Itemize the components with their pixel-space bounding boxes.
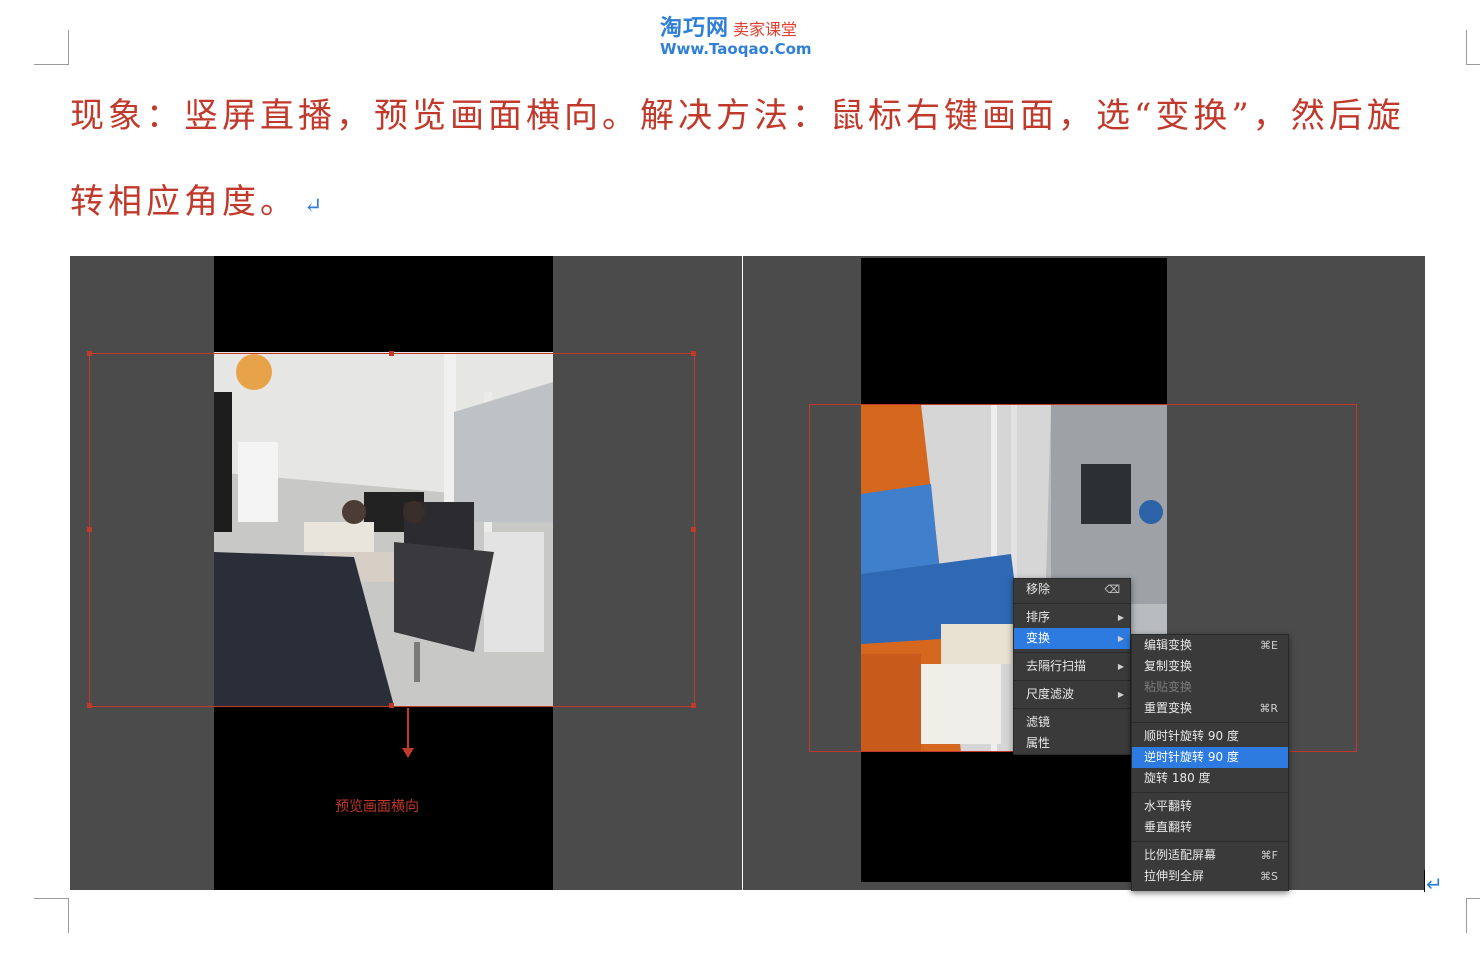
submenu-item-flip-horizontal[interactable]: 水平翻转: [1132, 796, 1288, 817]
submenu-item-stretch-to-screen[interactable]: 拉伸到全屏 ⌘S: [1132, 866, 1288, 887]
menu-item-transform[interactable]: 变换 ▶: [1014, 628, 1130, 649]
menu-item-filters[interactable]: 滤镜: [1014, 712, 1130, 733]
menu-item-label: 排序: [1026, 610, 1051, 624]
transform-submenu: 编辑变换 ⌘E 复制变换 粘贴变换 重置变换 ⌘R 顺时针旋转 90 度 逆时针旋转…: [1131, 634, 1289, 891]
screenshot-left: 预览画面横向: [70, 256, 742, 890]
resize-handle[interactable]: [389, 351, 394, 356]
resize-handle[interactable]: [691, 351, 696, 356]
menu-item-label: 顺时针旋转 90 度: [1144, 729, 1239, 743]
screenshot-right: [743, 256, 1425, 890]
menu-item-remove[interactable]: 移除 ⌫: [1014, 579, 1130, 600]
submenu-item-flip-vertical[interactable]: 垂直翻转: [1132, 817, 1288, 838]
paragraph-line-2: 转相应角度。 ↵: [70, 174, 1470, 223]
chevron-right-icon: ▶: [1117, 690, 1124, 699]
menu-separator: [1014, 708, 1130, 709]
paragraph-line-1: 现象：竖屏直播，预览画面横向。解决方法：鼠标右键画面，选“变换”，然后旋: [70, 96, 1405, 136]
menu-item-shortcut: ⌘R: [1259, 702, 1278, 715]
backspace-icon: ⌫: [1104, 583, 1120, 596]
arrow-down-icon: [402, 708, 414, 758]
chevron-right-icon: ▶: [1117, 662, 1124, 671]
submenu-item-fit-to-screen[interactable]: 比例适配屏幕 ⌘F: [1132, 845, 1288, 866]
submenu-item-paste-transform[interactable]: 粘贴变换: [1132, 677, 1288, 698]
chevron-right-icon: ▶: [1117, 613, 1124, 622]
resize-handle[interactable]: [87, 527, 92, 532]
resize-handle[interactable]: [87, 703, 92, 708]
menu-item-properties[interactable]: 属性: [1014, 733, 1130, 754]
logo-main-text: 淘巧网: [660, 16, 730, 41]
selection-box-left[interactable]: [89, 353, 695, 707]
menu-item-label: 比例适配屏幕: [1144, 848, 1217, 862]
menu-item-shortcut: ⌘S: [1260, 870, 1278, 883]
menu-item-label: 垂直翻转: [1144, 820, 1193, 834]
menu-item-label: 复制变换: [1144, 659, 1193, 673]
crop-mark-top-left: [34, 30, 69, 65]
header-logo: 淘巧网 卖家课堂 Www.Taoqao.Com: [660, 10, 830, 58]
menu-separator: [1014, 680, 1130, 681]
menu-item-label: 编辑变换: [1144, 638, 1193, 652]
resize-handle[interactable]: [691, 703, 696, 708]
submenu-item-rotate-cw-90[interactable]: 顺时针旋转 90 度: [1132, 726, 1288, 747]
menu-item-label: 拉伸到全屏: [1144, 869, 1205, 883]
menu-separator: [1132, 722, 1288, 723]
menu-item-label: 去隔行扫描: [1026, 659, 1087, 673]
menu-separator: [1132, 792, 1288, 793]
menu-item-label: 变换: [1026, 631, 1051, 645]
menu-item-shortcut: ⌘F: [1260, 849, 1278, 862]
paragraph-mark-icon: ↵: [1426, 872, 1443, 896]
crop-mark-top-right: [1466, 30, 1480, 65]
menu-item-label: 重置变换: [1144, 701, 1193, 715]
menu-item-label: 尺度滤波: [1026, 687, 1075, 701]
menu-item-label: 水平翻转: [1144, 799, 1193, 813]
menu-item-shortcut: ⌘E: [1260, 639, 1278, 652]
crop-mark-bottom-right: [1466, 898, 1480, 933]
menu-item-scale-filter[interactable]: 尺度滤波 ▶: [1014, 684, 1130, 705]
submenu-item-copy-transform[interactable]: 复制变换: [1132, 656, 1288, 677]
menu-separator: [1132, 841, 1288, 842]
logo-sub-text: 卖家课堂: [733, 20, 798, 39]
text-cursor: [1424, 870, 1425, 892]
submenu-item-edit-transform[interactable]: 编辑变换 ⌘E: [1132, 635, 1288, 656]
resize-handle[interactable]: [389, 703, 394, 708]
annotation-label: 预览画面横向: [335, 799, 419, 815]
menu-item-label: 移除: [1026, 582, 1051, 596]
context-menu: 移除 ⌫ 排序 ▶ 变换 ▶ 去隔行扫描 ▶ 尺度滤波 ▶ 滤镜 属性: [1013, 578, 1131, 755]
paragraph-line-2-text: 转相应角度。: [70, 182, 298, 222]
menu-item-label: 属性: [1026, 736, 1051, 750]
resize-handle[interactable]: [87, 351, 92, 356]
menu-item-deinterlace[interactable]: 去隔行扫描 ▶: [1014, 656, 1130, 677]
menu-item-label: 粘贴变换: [1144, 680, 1193, 694]
menu-separator: [1014, 652, 1130, 653]
menu-item-label: 旋转 180 度: [1144, 771, 1211, 785]
menu-separator: [1014, 603, 1130, 604]
menu-item-order[interactable]: 排序 ▶: [1014, 607, 1130, 628]
paragraph-mark-icon: ↵: [304, 194, 327, 219]
submenu-item-rotate-180[interactable]: 旋转 180 度: [1132, 768, 1288, 789]
menu-item-label: 滤镜: [1026, 715, 1051, 729]
logo-url: Www.Taoqao.Com: [660, 40, 812, 58]
crop-mark-bottom-left: [34, 898, 69, 933]
resize-handle[interactable]: [691, 527, 696, 532]
submenu-item-rotate-ccw-90[interactable]: 逆时针旋转 90 度: [1132, 747, 1288, 768]
chevron-right-icon: ▶: [1117, 634, 1124, 643]
menu-item-label: 逆时针旋转 90 度: [1144, 750, 1239, 764]
submenu-item-reset-transform[interactable]: 重置变换 ⌘R: [1132, 698, 1288, 719]
